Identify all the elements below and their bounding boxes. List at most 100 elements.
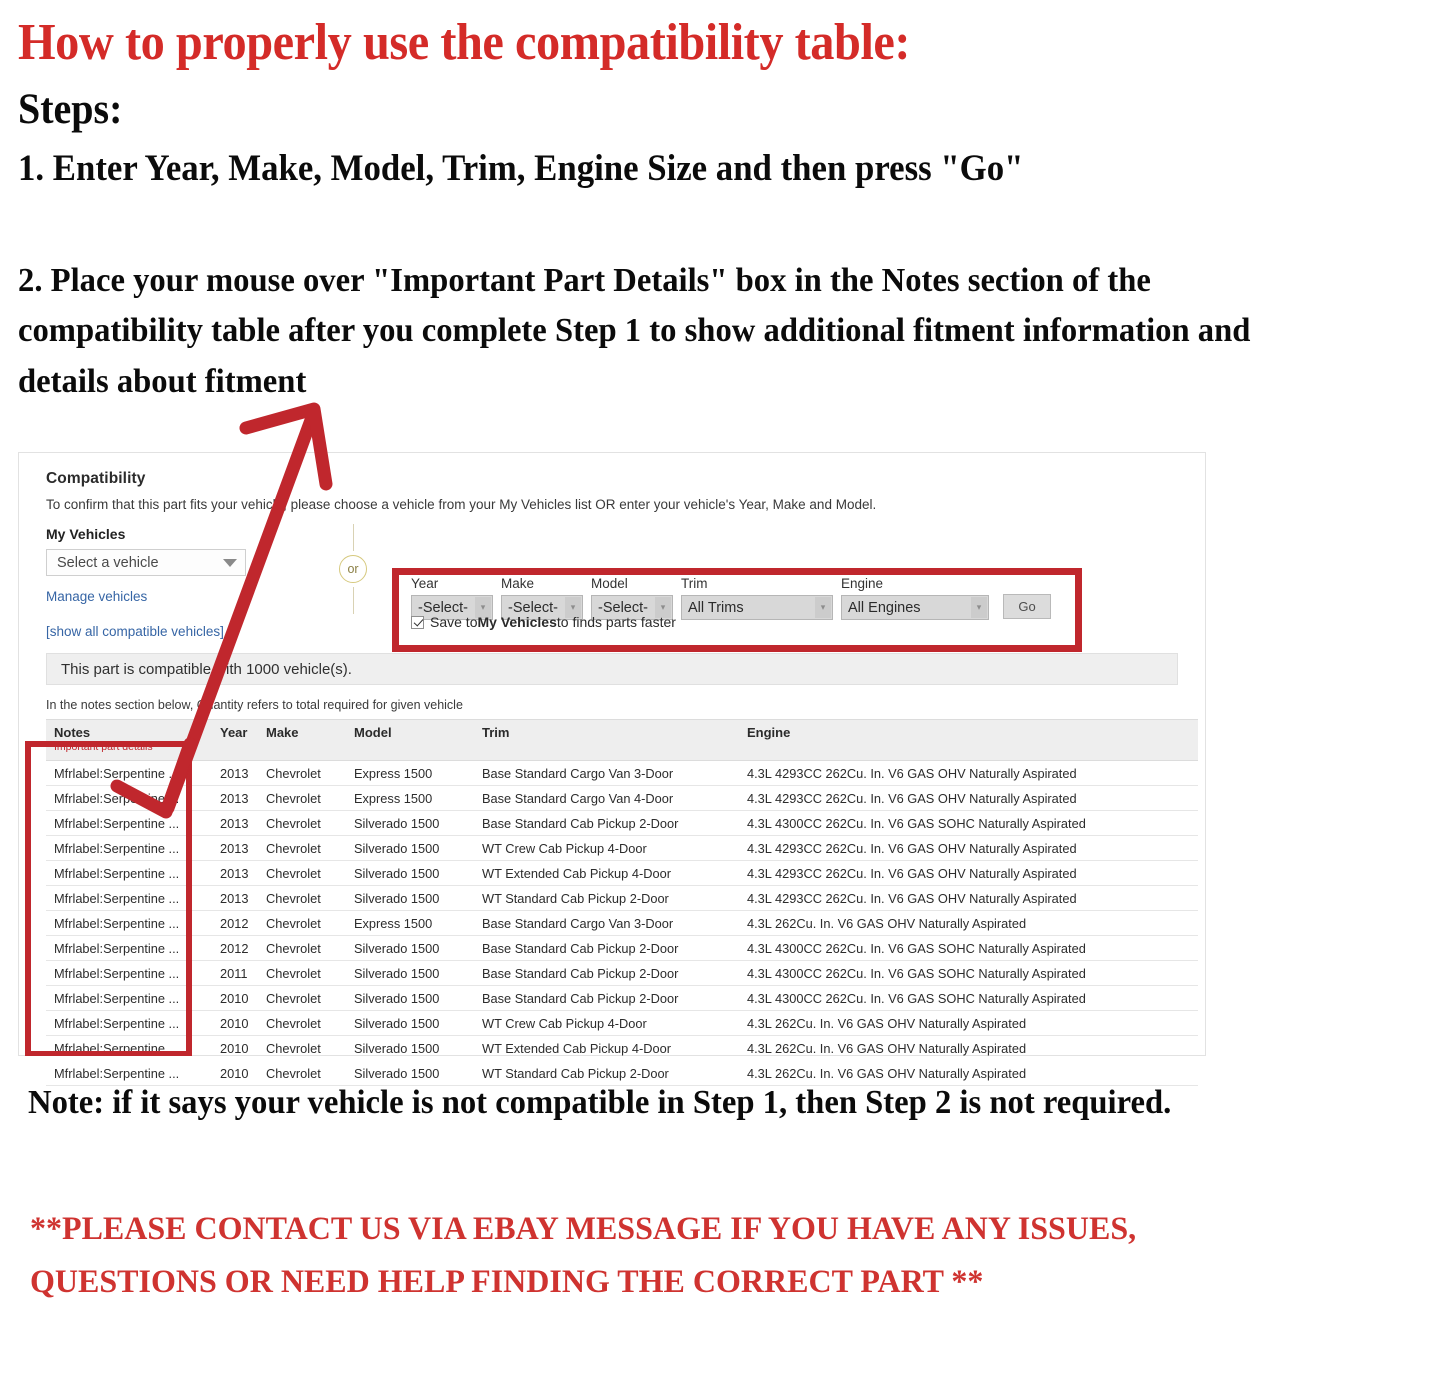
save-to-my-vehicles-row[interactable]: Save to My Vehicles to finds parts faste… (411, 614, 676, 630)
cell-engine: 4.3L 4300CC 262Cu. In. V6 GAS SOHC Natur… (739, 985, 1198, 1011)
column-header-make[interactable]: Make (258, 719, 346, 761)
cell-make: Chevrolet (258, 810, 346, 836)
chevron-down-icon: ▾ (971, 597, 987, 618)
cell-make: Chevrolet (258, 985, 346, 1011)
manage-vehicles-link[interactable]: Manage vehicles (46, 589, 286, 604)
instructions-header: How to properly use the compatibility ta… (18, 14, 1418, 191)
cell-engine: 4.3L 4300CC 262Cu. In. V6 GAS SOHC Natur… (739, 935, 1198, 961)
my-vehicles-label: My Vehicles (46, 526, 126, 542)
table-row: Mfrlabel:Serpentine ... 2012 Chevrolet Expr… (46, 910, 1198, 936)
cell-trim: WT Extended Cab Pickup 4-Door (474, 860, 739, 886)
column-header-trim[interactable]: Trim (474, 719, 739, 761)
trim-value: All Trims (688, 599, 744, 616)
save-suffix-label: to finds parts faster (556, 614, 676, 630)
cell-engine: 4.3L 4293CC 262Cu. In. V6 GAS OHV Natura… (739, 835, 1198, 861)
cell-model: Silverado 1500 (346, 835, 474, 861)
cell-notes[interactable]: Mfrlabel:Serpentine ... (46, 1010, 212, 1036)
cell-notes[interactable]: Mfrlabel:Serpentine ... (46, 935, 212, 961)
my-vehicles-select[interactable]: Select a vehicle (46, 549, 246, 576)
cell-year: 2013 (212, 860, 258, 886)
cell-trim: Base Standard Cab Pickup 2-Door (474, 985, 739, 1011)
table-row: Mfrlabel:Serpentine ... 2013 Chevrolet Silv… (46, 885, 1198, 911)
cell-make: Chevrolet (258, 785, 346, 811)
engine-field: Engine All Engines ▾ (841, 576, 989, 620)
trim-select[interactable]: All Trims ▾ (681, 595, 833, 620)
cell-model: Silverado 1500 (346, 860, 474, 886)
cell-trim: WT Standard Cab Pickup 2-Door (474, 885, 739, 911)
important-part-details-label: Important part details (54, 741, 153, 753)
step-1-text: 1. Enter Year, Make, Model, Trim, Engine… (18, 148, 1024, 190)
cell-make: Chevrolet (258, 960, 346, 986)
go-button[interactable]: Go (1003, 594, 1051, 619)
cell-trim: WT Crew Cab Pickup 4-Door (474, 835, 739, 861)
cell-model: Silverado 1500 (346, 885, 474, 911)
compatibility-title: Compatibility (46, 470, 146, 487)
cell-year: 2010 (212, 1010, 258, 1036)
engine-select[interactable]: All Engines ▾ (841, 595, 989, 620)
cell-trim: Base Standard Cargo Van 4-Door (474, 785, 739, 811)
table-row: Mfrlabel:Serpentine ... 2013 Chevrolet Silv… (46, 835, 1198, 861)
cell-year: 2013 (212, 760, 258, 786)
cell-year: 2011 (212, 960, 258, 986)
cell-year: 2012 (212, 935, 258, 961)
cell-model: Express 1500 (346, 910, 474, 936)
cell-make: Chevrolet (258, 860, 346, 886)
cell-make: Chevrolet (258, 885, 346, 911)
cell-notes[interactable]: Mfrlabel:Serpentine ... (46, 835, 212, 861)
cell-year: 2013 (212, 885, 258, 911)
column-header-model[interactable]: Model (346, 719, 474, 761)
my-vehicles-selected-value: Select a vehicle (57, 554, 159, 571)
cell-notes[interactable]: Mfrlabel:Serpentine ... (46, 810, 212, 836)
cell-trim: Base Standard Cab Pickup 2-Door (474, 810, 739, 836)
table-row: Mfrlabel:Serpentine ... 2013 Chevrolet Silv… (46, 860, 1198, 886)
column-header-notes[interactable]: Notes Important part details (46, 719, 212, 761)
table-row: Mfrlabel:Serpentine ... 2012 Chevrolet Silv… (46, 935, 1198, 961)
cell-notes[interactable]: Mfrlabel:Serpentine ... (46, 785, 212, 811)
compatibility-subtitle: To confirm that this part fits your vehi… (46, 497, 877, 512)
table-header-row: Notes Important part details Year Make M… (46, 719, 1198, 761)
cell-year: 2013 (212, 835, 258, 861)
cell-year: 2013 (212, 785, 258, 811)
cell-trim: WT Crew Cab Pickup 4-Door (474, 1010, 739, 1036)
cell-engine: 4.3L 4293CC 262Cu. In. V6 GAS OHV Natura… (739, 760, 1198, 786)
cell-notes[interactable]: Mfrlabel:Serpentine ... (46, 760, 212, 786)
save-prefix-label: Save to (430, 614, 478, 630)
compatibility-count-banner: This part is compatible with 1000 vehicl… (46, 653, 1178, 685)
cell-trim: Base Standard Cab Pickup 2-Door (474, 935, 739, 961)
cell-model: Silverado 1500 (346, 1010, 474, 1036)
page-title: How to properly use the compatibility ta… (18, 14, 911, 71)
year-label: Year (411, 576, 439, 591)
save-to-my-vehicles-checkbox[interactable] (411, 615, 424, 629)
cell-engine: 4.3L 262Cu. In. V6 GAS OHV Naturally Asp… (739, 910, 1198, 936)
cell-notes[interactable]: Mfrlabel:Serpentine ... (46, 885, 212, 911)
cell-notes[interactable]: Mfrlabel:Serpentine ... (46, 860, 212, 886)
cell-make: Chevrolet (258, 1010, 346, 1036)
cell-engine: 4.3L 4293CC 262Cu. In. V6 GAS OHV Natura… (739, 785, 1198, 811)
cell-model: Silverado 1500 (346, 810, 474, 836)
footer-contact: **PLEASE CONTACT US VIA EBAY MESSAGE IF … (30, 1211, 1137, 1300)
cell-notes[interactable]: Mfrlabel:Serpentine ... (46, 960, 212, 986)
step-2-text: 2. Place your mouse over "Important Part… (18, 262, 1251, 400)
cell-engine: 4.3L 262Cu. In. V6 GAS OHV Naturally Asp… (739, 1010, 1198, 1036)
table-row: Mfrlabel:Serpentine ... 2011 Chevrolet Silv… (46, 960, 1198, 986)
column-header-year[interactable]: Year (212, 719, 258, 761)
save-bold-label: My Vehicles (477, 614, 557, 630)
compatibility-panel: Compatibility To confirm that this part … (18, 452, 1206, 1086)
footer-note: Note: if it says your vehicle is not com… (28, 1084, 1172, 1121)
engine-value: All Engines (848, 599, 921, 616)
chevron-down-icon: ▾ (815, 597, 831, 618)
compatibility-table: Notes Important part details Year Make M… (46, 719, 1198, 1086)
cell-notes[interactable]: Mfrlabel:Serpentine ... (46, 910, 212, 936)
cell-make: Chevrolet (258, 760, 346, 786)
column-header-engine[interactable]: Engine (739, 719, 1198, 761)
table-row: Mfrlabel:Serpentine ... 2013 Chevrolet Silv… (46, 810, 1198, 836)
cell-notes[interactable]: Mfrlabel:Serpentine ... (46, 985, 212, 1011)
cell-model: Silverado 1500 (346, 935, 474, 961)
my-vehicles-group: My Vehicles Select a vehicle Manage vehi… (46, 526, 286, 604)
cell-year: 2013 (212, 810, 258, 836)
cell-model: Silverado 1500 (346, 960, 474, 986)
vehicle-chooser: My Vehicles Select a vehicle Manage vehi… (37, 524, 1187, 652)
engine-label: Engine (841, 576, 884, 591)
or-divider-line-top (352, 524, 354, 551)
cell-make: Chevrolet (258, 935, 346, 961)
